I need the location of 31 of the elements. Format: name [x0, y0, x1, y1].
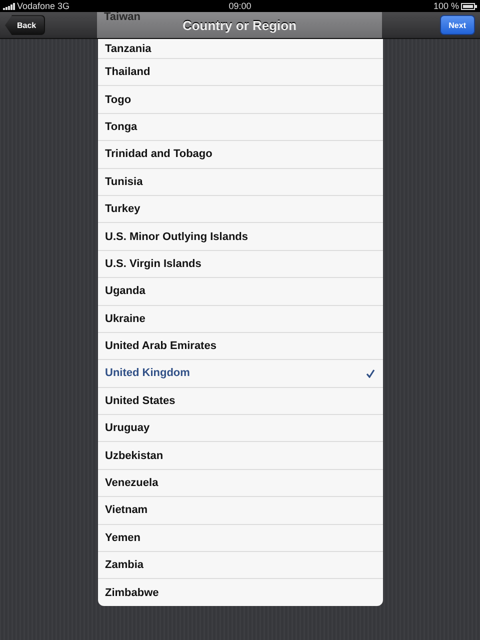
- country-row[interactable]: Uganda: [98, 277, 383, 305]
- carrier-name: Vodafone 3G: [17, 1, 70, 11]
- country-row[interactable]: Venezuela: [98, 468, 383, 496]
- country-row[interactable]: Taiwan: [97, 12, 140, 22]
- country-row[interactable]: Vietnam: [98, 496, 383, 524]
- country-row[interactable]: Yemen: [98, 524, 383, 552]
- country-row[interactable]: U.S. Virgin Islands: [98, 250, 383, 278]
- back-button[interactable]: Back: [5, 15, 46, 36]
- country-row[interactable]: U.S. Minor Outlying Islands: [98, 222, 383, 250]
- country-row[interactable]: United Kingdom: [98, 359, 383, 387]
- country-row[interactable]: Zambia: [98, 551, 383, 578]
- country-row[interactable]: Zimbabwe: [98, 578, 383, 606]
- country-row[interactable]: Tunisia: [98, 168, 383, 195]
- clock-time: 09:00: [228, 1, 252, 11]
- country-row[interactable]: Trinidad and Tobago: [98, 140, 383, 168]
- country-row[interactable]: United States: [98, 386, 383, 414]
- battery-icon: [461, 2, 477, 10]
- country-row[interactable]: Togo: [98, 85, 383, 113]
- country-row[interactable]: Ukraine: [98, 304, 383, 332]
- country-row[interactable]: Tanzania: [98, 39, 383, 58]
- country-row[interactable]: Uruguay: [98, 414, 383, 442]
- country-row[interactable]: Turkey: [98, 194, 383, 222]
- checkmark-icon: [366, 368, 375, 378]
- battery-percent: 100 %: [433, 1, 459, 11]
- country-row[interactable]: Tonga: [98, 112, 383, 140]
- country-row[interactable]: United Arab Emirates: [98, 332, 383, 360]
- signal-icon: [3, 2, 15, 10]
- next-button[interactable]: Next: [440, 15, 475, 35]
- country-row[interactable]: Thailand: [98, 58, 383, 86]
- country-row[interactable]: Uzbekistan: [98, 441, 383, 469]
- nav-title: Country or Region: [182, 18, 297, 32]
